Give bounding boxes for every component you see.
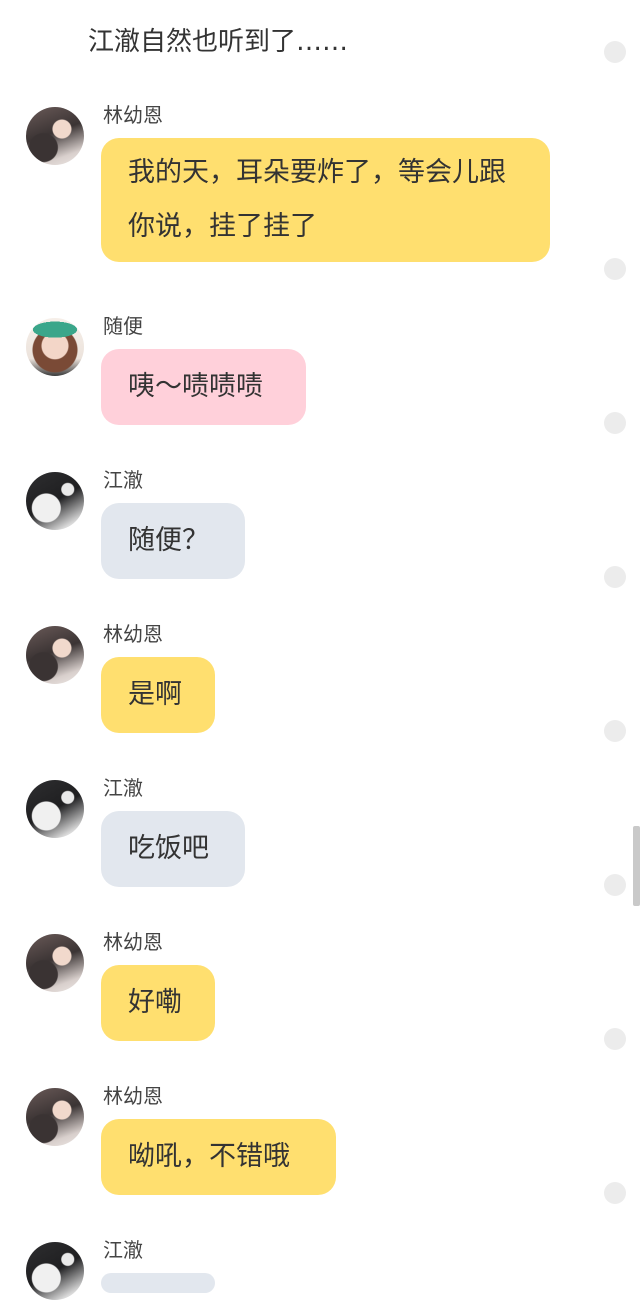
select-dot[interactable] [604,258,626,280]
select-dot[interactable] [604,412,626,434]
message-bubble[interactable]: 咦～啧啧啧 [101,349,306,425]
sender-name: 林幼恩 [103,103,163,127]
message-bubble[interactable]: 是啊 [101,657,215,733]
sender-name: 江澈 [103,776,143,800]
sender-name: 江澈 [103,1238,143,1262]
message-bubble[interactable]: 随便？ [101,503,245,579]
select-dot[interactable] [604,1028,626,1050]
message-bubble[interactable]: 好嘞 [101,965,215,1041]
select-dot[interactable] [604,566,626,588]
sender-name: 林幼恩 [103,930,163,954]
sender-name: 随便 [103,314,143,338]
avatar[interactable] [26,780,84,838]
avatar[interactable] [26,107,84,165]
scrollbar[interactable] [633,826,640,906]
narration-text: 江澈自然也听到了…… [88,27,349,57]
sender-name: 江澈 [103,468,143,492]
select-dot[interactable] [604,720,626,742]
message-bubble[interactable]: 呦吼，不错哦 [101,1119,336,1195]
avatar[interactable] [26,1088,84,1146]
message-bubble[interactable]: 我的天，耳朵要炸了，等会儿跟你说，挂了挂了 [101,138,550,262]
avatar[interactable] [26,626,84,684]
select-dot[interactable] [604,41,626,63]
message-bubble[interactable]: 吃饭吧 [101,811,245,887]
sender-name: 林幼恩 [103,1084,163,1108]
avatar[interactable] [26,934,84,992]
avatar[interactable] [26,472,84,530]
message-bubble[interactable] [101,1273,215,1293]
select-dot[interactable] [604,874,626,896]
sender-name: 林幼恩 [103,622,163,646]
avatar[interactable] [26,1242,84,1300]
avatar[interactable] [26,318,84,376]
select-dot[interactable] [604,1182,626,1204]
